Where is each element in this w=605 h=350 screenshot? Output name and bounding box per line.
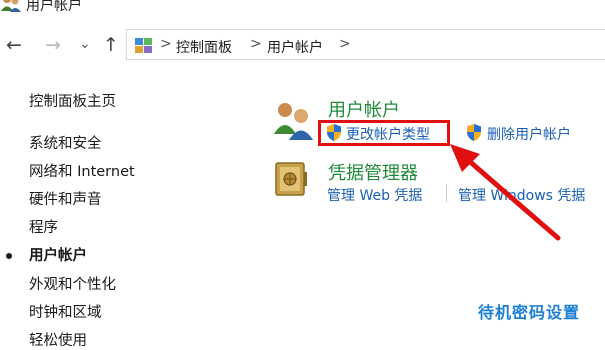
- arrow-up-icon: ↑: [103, 34, 119, 56]
- arrow-right-icon: →: [45, 34, 61, 56]
- sidebar-item-network[interactable]: 网络和 Internet: [29, 160, 135, 181]
- breadcrumb-control-panel[interactable]: 控制面板: [176, 37, 232, 57]
- breadcrumb-separator: >: [250, 36, 262, 52]
- change-account-type-link[interactable]: 更改帐户类型: [346, 124, 430, 144]
- breadcrumb-user-accounts[interactable]: 用户帐户: [267, 37, 323, 57]
- category-user-accounts-title[interactable]: 用户帐户: [328, 96, 400, 122]
- users-title-icon: [0, 0, 22, 13]
- breadcrumb-separator: >: [160, 36, 172, 52]
- sidebar-home-link[interactable]: 控制面板主页: [29, 90, 116, 111]
- sidebar-item-system-security[interactable]: 系统和安全: [29, 132, 102, 153]
- up-button[interactable]: ↑: [103, 35, 119, 55]
- uac-shield-icon: [326, 124, 342, 141]
- sidebar-item-appearance[interactable]: 外观和个性化: [29, 273, 116, 294]
- chevron-down-icon: ⌄: [79, 36, 91, 52]
- recent-locations-button[interactable]: ⌄: [79, 36, 91, 52]
- arrow-left-icon: ←: [6, 34, 22, 56]
- sidebar-item-clock-region[interactable]: 时钟和区域: [29, 301, 102, 322]
- sidebar-item-ease-of-access[interactable]: 轻松使用: [29, 329, 87, 350]
- users-icon[interactable]: [272, 100, 316, 140]
- forward-button[interactable]: →: [45, 35, 61, 55]
- breadcrumb-separator: >: [339, 36, 351, 52]
- annotation-arrow: [440, 138, 570, 248]
- sidebar-item-hardware-sound[interactable]: 硬件和声音: [29, 188, 102, 209]
- window-title: 用户帐户: [26, 0, 82, 14]
- control-panel-icon: [134, 36, 154, 54]
- back-button[interactable]: ←: [6, 35, 22, 55]
- watermark-text: 待机密码设置: [478, 303, 581, 322]
- category-credential-manager-title[interactable]: 凭据管理器: [328, 159, 418, 185]
- sidebar-item-user-accounts[interactable]: 用户帐户: [29, 244, 87, 265]
- manage-web-credentials-link[interactable]: 管理 Web 凭据: [327, 185, 422, 205]
- active-item-bullet: [6, 253, 12, 259]
- credential-vault-icon[interactable]: [273, 160, 309, 198]
- sidebar-item-programs[interactable]: 程序: [29, 216, 58, 237]
